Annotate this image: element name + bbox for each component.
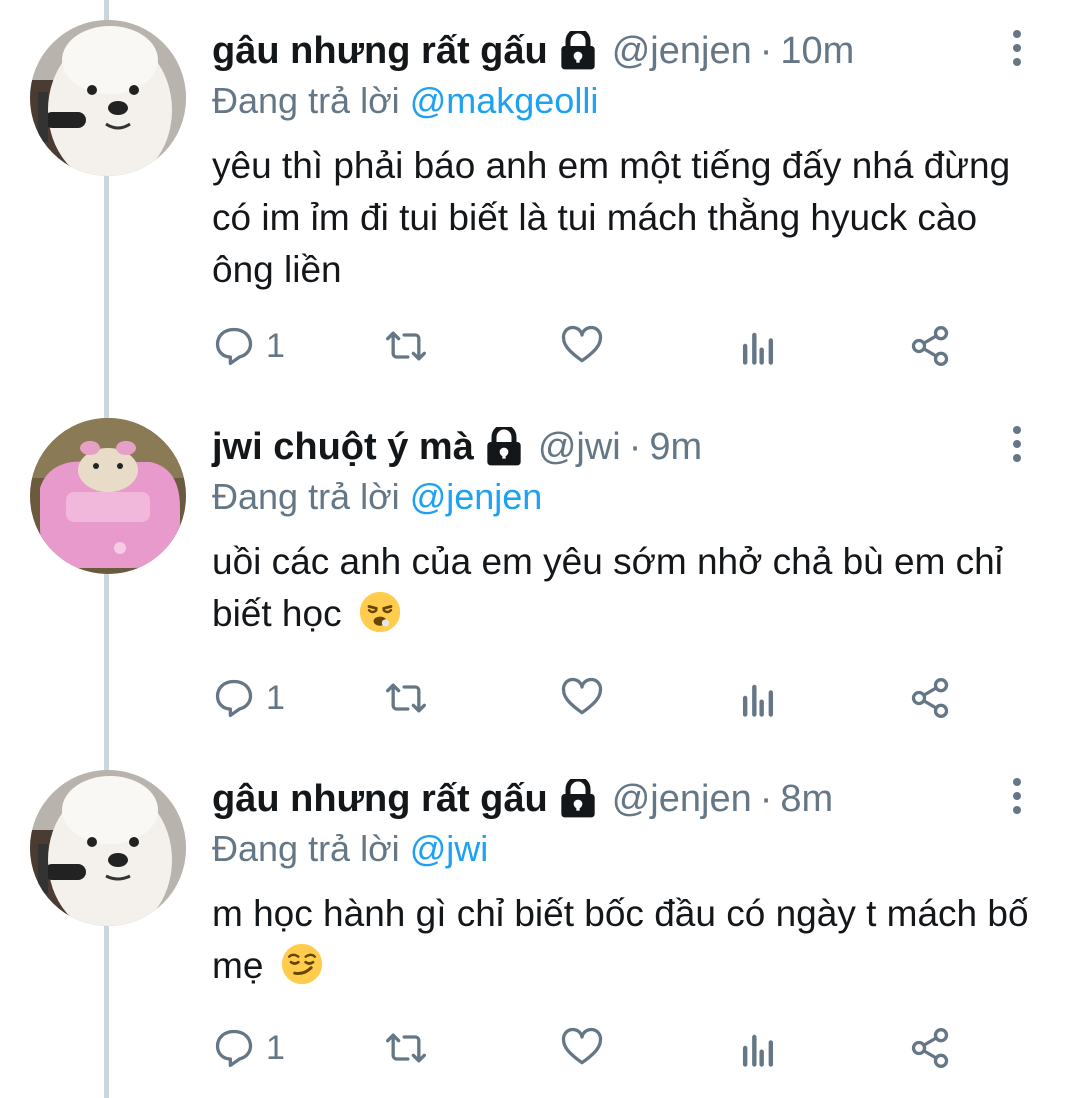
- separator: ·: [759, 29, 773, 72]
- reply-count: 1: [266, 326, 285, 365]
- separator: ·: [759, 777, 773, 820]
- more-options-icon[interactable]: [1005, 424, 1029, 464]
- avatar[interactable]: [30, 20, 186, 176]
- share-icon: [911, 1028, 949, 1068]
- handle[interactable]: @jenjen: [612, 30, 752, 73]
- retweet-icon: [386, 331, 426, 361]
- heart-icon: [561, 677, 603, 715]
- tweet: jwi chuột ý mà @jwi · 9m Đang trả lời @j…: [0, 396, 1080, 746]
- replying-to-label: Đang trả lời: [212, 80, 400, 121]
- timestamp[interactable]: 8m: [780, 778, 833, 821]
- retweet-button[interactable]: [384, 1026, 428, 1070]
- replying-to: Đang trả lời @makgeolli: [212, 80, 598, 122]
- timestamp[interactable]: 10m: [780, 30, 854, 73]
- analytics-icon: [742, 1034, 774, 1067]
- tweet-text: uồi các anh của em yêu sớm nhở chả bù em…: [212, 536, 1032, 640]
- replying-to: Đang trả lời @jwi: [212, 828, 488, 870]
- avatar[interactable]: [30, 418, 186, 574]
- white-dog-avatar: [30, 20, 186, 176]
- lock-icon: [561, 31, 595, 70]
- reply-button[interactable]: 1: [212, 1026, 285, 1070]
- like-button[interactable]: [560, 1026, 604, 1070]
- like-button[interactable]: [560, 676, 604, 720]
- share-icon: [911, 326, 949, 366]
- tweet-body: uồi các anh của em yêu sớm nhở chả bù em…: [212, 541, 1003, 634]
- tweet-actions: 1: [212, 324, 972, 368]
- tweet-actions: 1: [212, 1026, 972, 1070]
- hamster-avatar: [30, 418, 186, 574]
- reply-button[interactable]: 1: [212, 324, 285, 368]
- share-button[interactable]: [908, 676, 952, 720]
- reply-button[interactable]: 1: [212, 676, 285, 720]
- separator: ·: [628, 425, 642, 468]
- lock-icon: [487, 427, 521, 466]
- analytics-button[interactable]: [736, 1026, 780, 1070]
- smirk-face-emoji-icon: [281, 943, 322, 985]
- more-options-icon[interactable]: [1005, 28, 1029, 68]
- mention-link[interactable]: @makgeolli: [410, 80, 599, 121]
- retweet-button[interactable]: [384, 324, 428, 368]
- tweet-body: m học hành gì chỉ biết bốc đầu có ngày t…: [212, 893, 1029, 986]
- tweet-header: gâu nhưng rất gấu @jenjen · 10m: [212, 26, 854, 76]
- reply-icon: [215, 327, 253, 366]
- timestamp[interactable]: 9m: [649, 426, 702, 469]
- display-name[interactable]: gâu nhưng rất gấu: [212, 778, 548, 821]
- display-name[interactable]: jwi chuột ý mà: [212, 426, 474, 469]
- tweet: gâu nhưng rất gấu @jenjen · 10m Đang trả…: [0, 0, 1080, 366]
- avatar[interactable]: [30, 770, 186, 926]
- retweet-button[interactable]: [384, 676, 428, 720]
- share-button[interactable]: [908, 1026, 952, 1070]
- share-icon: [911, 678, 949, 718]
- tweet-body: yêu thì phải báo anh em một tiếng đấy nh…: [212, 145, 1011, 290]
- mention-link[interactable]: @jenjen: [410, 476, 543, 517]
- replying-to-label: Đang trả lời: [212, 828, 400, 869]
- tired-face-emoji-icon: [359, 591, 401, 633]
- reply-count: 1: [266, 678, 285, 717]
- share-button[interactable]: [908, 324, 952, 368]
- like-button[interactable]: [560, 324, 604, 368]
- tweet-text: yêu thì phải báo anh em một tiếng đấy nh…: [212, 140, 1032, 296]
- lock-icon: [561, 779, 595, 818]
- replying-to-label: Đang trả lời: [212, 476, 400, 517]
- heart-icon: [561, 325, 603, 363]
- tweet-header: gâu nhưng rất gấu @jenjen · 8m: [212, 774, 833, 824]
- analytics-icon: [742, 684, 774, 717]
- heart-icon: [561, 1027, 603, 1065]
- analytics-button[interactable]: [736, 324, 780, 368]
- tweet-text: m học hành gì chỉ biết bốc đầu có ngày t…: [212, 888, 1032, 992]
- tweet-header: jwi chuột ý mà @jwi · 9m: [212, 422, 702, 472]
- display-name[interactable]: gâu nhưng rất gấu: [212, 30, 548, 73]
- mention-link[interactable]: @jwi: [410, 828, 489, 869]
- analytics-button[interactable]: [736, 676, 780, 720]
- analytics-icon: [742, 332, 774, 365]
- reply-icon: [215, 679, 253, 718]
- handle[interactable]: @jwi: [538, 426, 621, 469]
- reply-icon: [215, 1029, 253, 1068]
- replying-to: Đang trả lời @jenjen: [212, 476, 542, 518]
- tweet: gâu nhưng rất gấu @jenjen · 8m Đang trả …: [0, 748, 1080, 1098]
- white-dog-avatar: [30, 770, 186, 926]
- retweet-icon: [386, 1033, 426, 1063]
- handle[interactable]: @jenjen: [612, 778, 752, 821]
- reply-count: 1: [266, 1028, 285, 1067]
- retweet-icon: [386, 683, 426, 713]
- tweet-actions: 1: [212, 676, 972, 720]
- more-options-icon[interactable]: [1005, 776, 1029, 816]
